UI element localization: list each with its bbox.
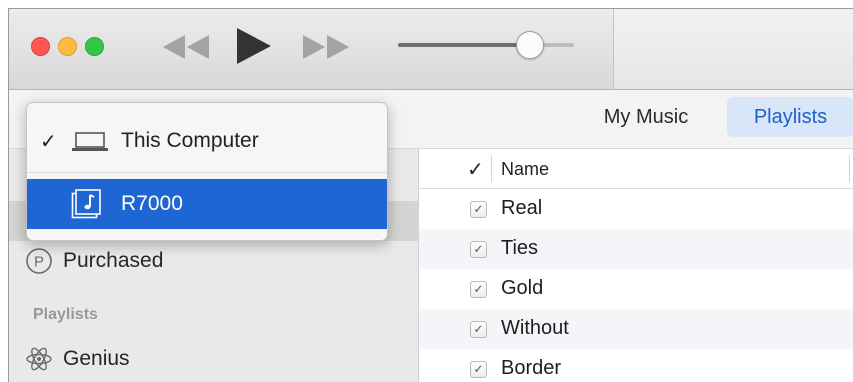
device-menu-item-r7000[interactable]: R7000 <box>27 179 387 229</box>
checkmark-icon: ✓ <box>40 130 57 153</box>
genius-icon <box>26 347 52 371</box>
now-playing-display <box>614 9 853 89</box>
sidebar-item-purchased[interactable]: P Purchased <box>25 243 163 279</box>
song-list-header: ✓ Name <box>419 149 853 189</box>
sidebar-section-playlists: Playlists <box>33 306 98 323</box>
laptop-icon <box>72 132 108 151</box>
fast-forward-icon[interactable] <box>299 35 351 59</box>
purchased-icon: P <box>26 248 52 274</box>
column-header-name[interactable]: Name <box>501 159 549 180</box>
song-name: Without <box>501 317 569 339</box>
device-menu-item-this-computer[interactable]: ✓ This Computer <box>27 117 387 165</box>
column-divider <box>491 155 492 182</box>
svg-text:P: P <box>34 254 44 271</box>
minimize-window-button[interactable] <box>58 37 77 56</box>
device-menu: ✓ This Computer R7000 <box>26 102 388 241</box>
device-menu-item-label: This Computer <box>121 129 259 152</box>
song-checkbox[interactable]: ✓ <box>470 241 487 258</box>
song-checkbox[interactable]: ✓ <box>470 201 487 218</box>
song-row[interactable]: ✓ Border <box>419 349 853 382</box>
column-divider <box>849 155 850 182</box>
sidebar-item-genius[interactable]: Genius <box>25 341 130 377</box>
song-checkbox[interactable]: ✓ <box>470 321 487 338</box>
song-name: Ties <box>501 237 539 259</box>
song-name: Gold <box>501 277 544 299</box>
music-library-icon <box>71 189 101 219</box>
play-icon[interactable] <box>233 26 273 66</box>
volume-slider-fill <box>398 43 530 47</box>
song-checkbox[interactable]: ✓ <box>470 281 487 298</box>
maximize-window-button[interactable] <box>85 37 104 56</box>
column-header-check[interactable]: ✓ <box>467 157 484 182</box>
sidebar-item-label: Genius <box>63 347 130 370</box>
toolbar <box>9 9 853 90</box>
device-menu-item-label: R7000 <box>121 192 183 215</box>
song-row[interactable]: ✓ Gold <box>419 269 853 309</box>
tab-my-music[interactable]: My Music <box>584 97 708 137</box>
rewind-icon[interactable] <box>161 35 213 59</box>
volume-slider-knob[interactable] <box>516 31 544 59</box>
sidebar-item-label: Purchased <box>63 249 164 272</box>
volume-slider[interactable] <box>398 43 574 47</box>
song-row[interactable]: ✓ Ties <box>419 229 853 269</box>
song-checkbox[interactable]: ✓ <box>470 361 487 378</box>
menu-divider <box>27 172 387 173</box>
close-window-button[interactable] <box>31 37 50 56</box>
itunes-window: My Music Playlists P Purchased Playlists… <box>8 8 853 382</box>
song-row[interactable]: ✓ Without <box>419 309 853 349</box>
song-name: Border <box>501 357 562 379</box>
song-name: Real <box>501 197 543 219</box>
song-row[interactable]: ✓ Real <box>419 189 853 229</box>
tab-playlists[interactable]: Playlists <box>727 97 853 137</box>
song-list: ✓ Name ✓ Real ✓ Ties ✓ Gold ✓ Without ✓ … <box>419 149 853 382</box>
